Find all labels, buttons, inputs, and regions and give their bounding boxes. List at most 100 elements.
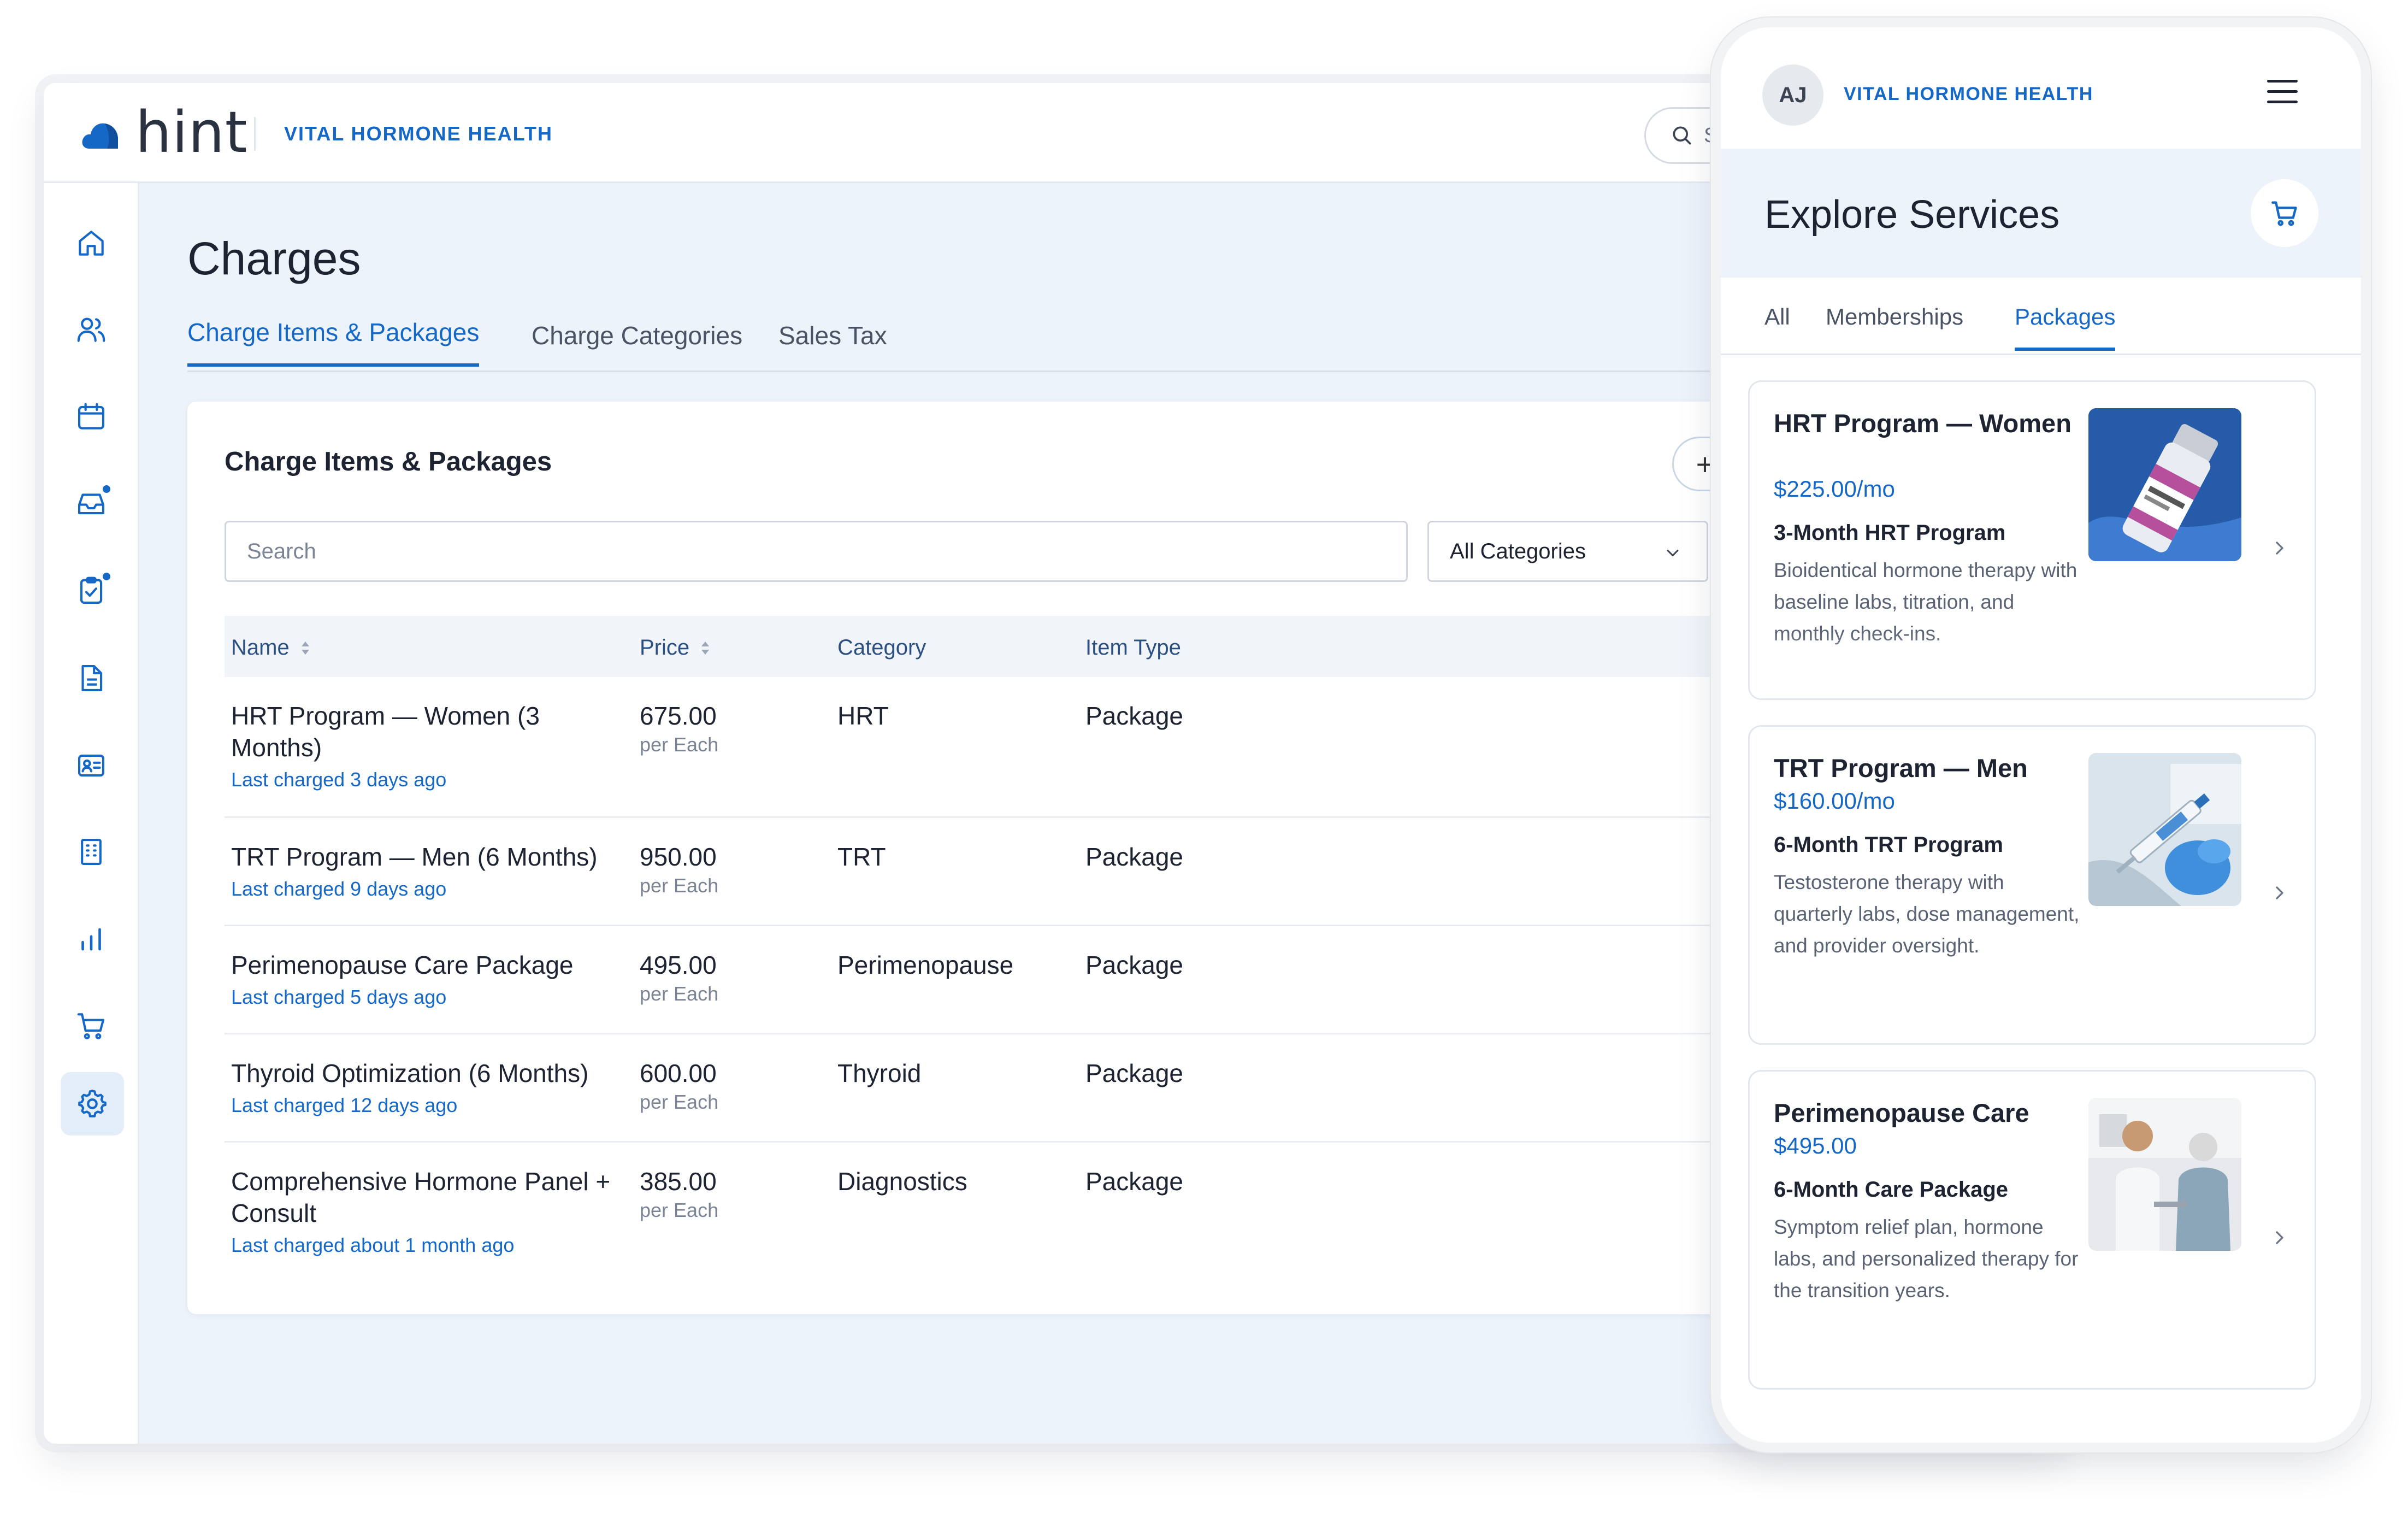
service-subtitle: 3-Month HRT Program: [1774, 521, 2006, 545]
row-price: 385.00 per Each: [640, 1166, 718, 1223]
sidebar: [44, 183, 139, 1444]
mobile-tab-all[interactable]: All: [1764, 304, 1790, 348]
row-price-unit: per Each: [640, 874, 719, 897]
mobile-title-band: Explore Services: [1721, 149, 2361, 278]
row-last-charged: Last charged 9 days ago: [231, 878, 447, 900]
row-name: Perimenopause Care Package Last charged …: [231, 949, 613, 1010]
service-title: TRT Program — Men: [1774, 754, 2028, 782]
chart-icon[interactable]: [69, 917, 113, 961]
column-header-category: Category: [837, 636, 926, 660]
row-name-line1: Comprehensive Hormone Panel +: [231, 1167, 611, 1196]
cart-icon: [2271, 201, 2297, 226]
tasks-notification-dot: [101, 571, 112, 582]
charge-items-card: Charge Items & Packages + All Categories…: [187, 402, 1826, 1314]
column-header-name-label: Name: [231, 636, 290, 660]
row-last-charged: Last charged 12 days ago: [231, 1094, 458, 1116]
mobile-device: AJ VITAL HORMONE HEALTH Explore Services…: [1721, 27, 2361, 1443]
row-name-line2: Months): [231, 733, 322, 762]
row-name: HRT Program — Women (3 Months) Last char…: [231, 700, 592, 793]
row-price-unit: per Each: [640, 1199, 719, 1221]
column-header-name[interactable]: Name: [231, 636, 309, 660]
service-card[interactable]: Perimenopause Care $495.00 6-Month Care …: [1748, 1070, 2316, 1390]
mobile-tabs: All Memberships Packages: [1721, 278, 2361, 355]
row-name-line2: Consult: [231, 1199, 316, 1227]
row-last-charged: Last charged 3 days ago: [231, 768, 447, 791]
row-name-line1: Perimenopause Care Package: [231, 951, 574, 979]
chevron-down-icon: [1667, 550, 1679, 556]
row-price-value: 950.00: [640, 843, 717, 871]
mobile-tab-memberships[interactable]: Memberships: [1826, 304, 1963, 348]
building-icon[interactable]: [69, 830, 113, 874]
table-header: Name Price Category Item Type: [225, 616, 1826, 677]
sort-icon: [301, 640, 309, 656]
users-icon[interactable]: [69, 308, 113, 351]
description-fade: [1750, 1322, 2315, 1388]
row-category: HRT: [837, 702, 889, 730]
logo-divider: [254, 117, 256, 151]
document-icon[interactable]: [69, 656, 113, 700]
home-icon[interactable]: [69, 221, 113, 265]
tab-charge-items-packages[interactable]: Charge Items & Packages: [187, 317, 480, 367]
chevron-right-icon: [2276, 542, 2283, 555]
row-name: TRT Program — Men (6 Months) Last charge…: [231, 841, 613, 902]
service-title: Perimenopause Care: [1774, 1098, 2029, 1127]
services-list: HRT Program — Women $225.00/mo 3-Month H…: [1721, 355, 2361, 1443]
service-price: $225.00/mo: [1774, 476, 1895, 502]
row-category: Perimenopause: [837, 951, 1014, 979]
row-item-type: Package: [1085, 1167, 1184, 1196]
table-row[interactable]: TRT Program — Men (6 Months) Last charge…: [225, 818, 1826, 926]
chevron-right-icon: [2276, 1231, 2283, 1244]
column-header-price-label: Price: [640, 636, 690, 660]
table-row[interactable]: Comprehensive Hormone Panel + Consult La…: [225, 1143, 1826, 1284]
row-name-line1: TRT Program — Men (6 Months): [231, 843, 598, 871]
service-card[interactable]: HRT Program — Women $225.00/mo 3-Month H…: [1748, 380, 2316, 700]
cart-button[interactable]: [2251, 179, 2318, 247]
row-item-type: Package: [1085, 843, 1184, 871]
calendar-icon[interactable]: [69, 395, 113, 439]
menu-icon[interactable]: [2267, 80, 2298, 104]
row-price: 950.00 per Each: [640, 841, 718, 899]
table-row[interactable]: HRT Program — Women (3 Months) Last char…: [225, 677, 1826, 818]
row-name: Thyroid Optimization (6 Months) Last cha…: [231, 1057, 613, 1119]
row-price-unit: per Each: [640, 982, 719, 1005]
table-row[interactable]: Thyroid Optimization (6 Months) Last cha…: [225, 1034, 1826, 1143]
row-price-unit: per Each: [640, 1091, 719, 1113]
row-category: TRT: [837, 843, 886, 871]
service-title: HRT Program — Women: [1774, 409, 2071, 438]
tasks-icon[interactable]: [69, 569, 113, 613]
global-search-placeholder: S: [1704, 123, 1718, 147]
clinic-image: [2088, 1098, 2241, 1251]
row-last-charged: Last charged 5 days ago: [231, 986, 447, 1008]
service-price: $160.00/mo: [1774, 788, 1895, 814]
avatar[interactable]: AJ: [1762, 64, 1823, 126]
syringe-image: [2088, 753, 2241, 906]
org-name: VITAL HORMONE HEALTH: [284, 122, 553, 145]
row-name-line1: HRT Program — Women (3: [231, 702, 540, 730]
row-category: Diagnostics: [837, 1167, 967, 1196]
mobile-tab-packages[interactable]: Packages: [2015, 304, 2116, 351]
chevron-right-icon: [2276, 886, 2283, 899]
row-price-value: 385.00: [640, 1167, 717, 1196]
row-price-value: 675.00: [640, 702, 717, 730]
row-price: 495.00 per Each: [640, 949, 718, 1007]
id-card-icon[interactable]: [69, 744, 113, 787]
page-title: Charges: [187, 233, 361, 284]
category-filter-select[interactable]: All Categories: [1427, 521, 1708, 582]
card-title: Charge Items & Packages: [225, 447, 552, 476]
service-subtitle: 6-Month Care Package: [1774, 1178, 2009, 1202]
tab-charge-categories[interactable]: Charge Categories: [532, 321, 742, 367]
charges-search-input[interactable]: [225, 521, 1408, 582]
column-header-price[interactable]: Price: [640, 636, 710, 660]
service-card[interactable]: TRT Program — Men $160.00/mo 6-Month TRT…: [1748, 725, 2316, 1045]
row-price: 675.00 per Each: [640, 700, 718, 758]
cart-icon[interactable]: [69, 1004, 113, 1048]
inbox-icon[interactable]: [69, 481, 113, 525]
table-row[interactable]: Perimenopause Care Package Last charged …: [225, 926, 1826, 1034]
tab-sales-tax[interactable]: Sales Tax: [778, 321, 887, 367]
gear-icon[interactable]: [61, 1072, 124, 1135]
logo[interactable]: hint: [80, 99, 248, 166]
mobile-page-title: Explore Services: [1764, 193, 2060, 237]
row-price-value: 600.00: [640, 1059, 717, 1087]
mobile-header: AJ VITAL HORMONE HEALTH: [1721, 27, 2361, 149]
logo-text: hint: [135, 99, 248, 166]
